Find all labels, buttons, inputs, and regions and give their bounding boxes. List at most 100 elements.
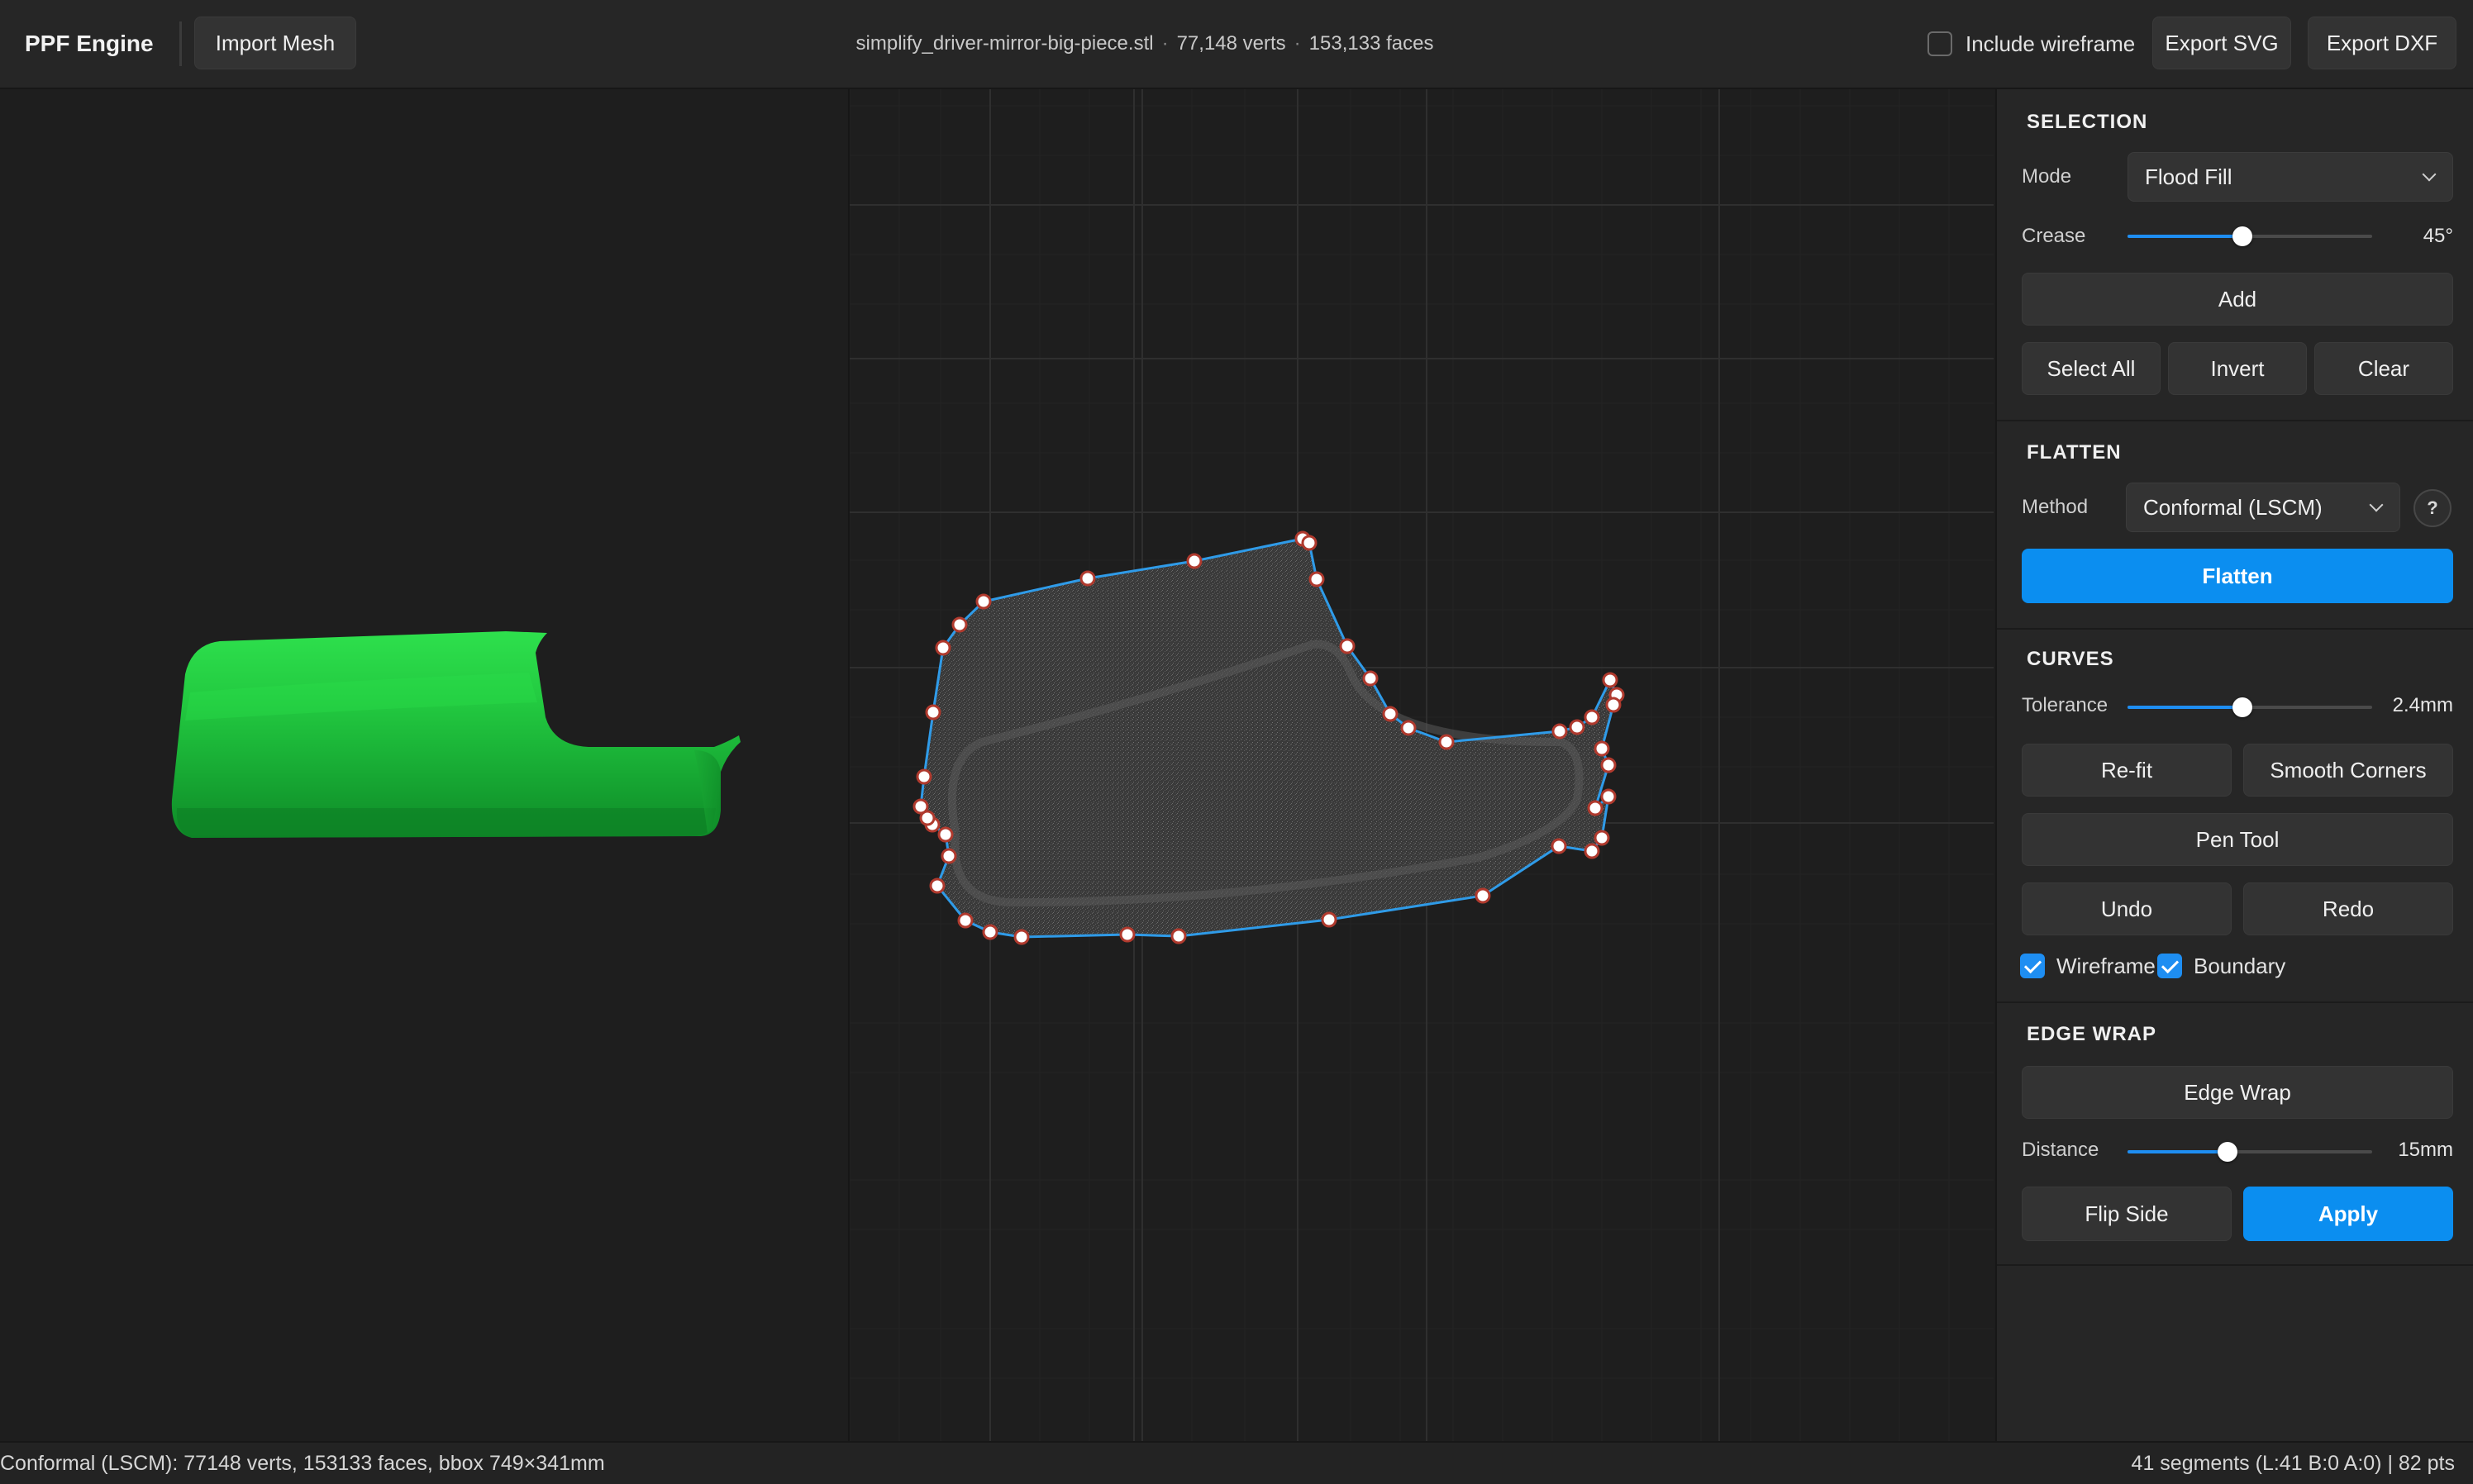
boundary-checkbox[interactable] [2157,954,2182,978]
viewport-2d[interactable] [850,89,1994,1441]
mode-select-value: Flood Fill [2145,164,2232,189]
control-point[interactable] [1119,926,1136,943]
edge-wrap-button[interactable]: Edge Wrap [2022,1066,2453,1119]
control-point[interactable] [1587,800,1603,816]
control-point[interactable] [1400,720,1417,736]
distance-slider-handle[interactable] [2218,1142,2238,1162]
crease-slider-handle[interactable] [2232,226,2253,246]
control-point[interactable] [1551,723,1568,740]
tolerance-slider[interactable] [2128,697,2372,717]
distance-label: Distance [2022,1139,2099,1161]
control-point[interactable] [1569,719,1585,735]
control-point[interactable] [975,593,992,610]
control-point[interactable] [937,826,954,843]
separator-dot: · [1161,32,1169,55]
section-divider [1997,1001,2473,1003]
control-point[interactable] [1382,706,1399,722]
control-point[interactable] [925,704,941,721]
curves-section-title: CURVES [2027,648,2114,670]
refit-button[interactable]: Re-fit [2022,744,2232,797]
method-label: Method [2022,496,2089,518]
control-point[interactable] [1584,709,1600,725]
control-point[interactable] [1321,911,1337,928]
crease-value: 45° [2423,225,2453,247]
selection-section-title: SELECTION [2027,111,2148,133]
help-button[interactable]: ? [2413,489,2452,527]
control-point[interactable] [1079,570,1096,587]
include-wireframe-label: Include wireframe [1966,31,2136,56]
control-point[interactable] [1186,553,1203,569]
smooth-corners-button[interactable]: Smooth Corners [2243,744,2453,797]
clear-button[interactable]: Clear [2314,342,2453,395]
select-all-button[interactable]: Select All [2022,342,2161,395]
section-divider [1997,420,2473,421]
vertex-count: 77,148 verts [1176,32,1286,55]
flip-side-button[interactable]: Flip Side [2022,1187,2232,1241]
boundary-label: Boundary [2194,954,2286,978]
control-point[interactable] [1551,838,1567,854]
control-point[interactable] [1602,672,1618,688]
control-point[interactable] [935,640,951,656]
crease-slider[interactable] [2128,226,2372,246]
mode-label: Mode [2022,165,2072,188]
separator-dot: · [1294,32,1301,55]
mesh-3d-render [171,631,741,838]
control-point[interactable] [1584,843,1600,859]
control-point[interactable] [1594,830,1610,846]
pen-tool-button[interactable]: Pen Tool [2022,813,2453,866]
tolerance-slider-fill [2128,706,2243,709]
export-svg-button[interactable]: Export SVG [2152,17,2291,69]
invert-button[interactable]: Invert [2168,342,2307,395]
apply-button[interactable]: Apply [2243,1187,2453,1241]
flattened-pattern-view [850,89,1994,1441]
control-point[interactable] [951,616,968,633]
status-text-right: 41 segments (L:41 B:0 A:0) | 82 pts [2131,1452,2455,1475]
control-point[interactable] [929,878,946,894]
control-point[interactable] [957,912,974,929]
control-point[interactable] [1605,697,1622,713]
flatten-button[interactable]: Flatten [2022,549,2453,603]
control-point[interactable] [1438,734,1455,750]
control-point[interactable] [1013,929,1030,945]
control-point[interactable] [1308,571,1325,587]
control-point[interactable] [1339,638,1356,654]
status-text-left: Conformal (LSCM): 77148 verts, 153133 fa… [0,1452,605,1475]
chevron-down-icon [2369,497,2384,512]
undo-button[interactable]: Undo [2022,882,2232,935]
flatten-section-title: FLATTEN [2027,441,2122,464]
add-button[interactable]: Add [2022,273,2453,326]
tolerance-label: Tolerance [2022,694,2108,716]
control-point[interactable] [1600,757,1617,773]
method-select-value: Conformal (LSCM) [2143,495,2323,520]
chevron-down-icon [2422,167,2437,182]
method-select[interactable]: Conformal (LSCM) [2126,483,2400,532]
control-point[interactable] [941,848,957,864]
control-point[interactable] [912,798,929,815]
control-point[interactable] [1170,928,1187,944]
control-point[interactable] [1594,740,1610,757]
face-count: 153,133 faces [1308,32,1434,55]
control-point[interactable] [1475,887,1491,904]
control-point[interactable] [982,924,998,940]
distance-slider-fill [2128,1150,2228,1153]
control-point[interactable] [1600,788,1617,805]
mode-select[interactable]: Flood Fill [2128,152,2453,202]
wireframe-label: Wireframe [2056,954,2156,978]
top-toolbar: PPF Engine Import Mesh simplify_driver-m… [0,0,2473,89]
viewport-3d[interactable] [0,89,848,1441]
distance-value: 15mm [2398,1139,2453,1161]
include-wireframe-checkbox[interactable] [1927,31,1952,56]
edge-wrap-section-title: EDGE WRAP [2027,1023,2157,1045]
distance-slider[interactable] [2128,1142,2372,1162]
status-bar: Conformal (LSCM): 77148 verts, 153133 fa… [0,1441,2473,1484]
crease-label: Crease [2022,225,2086,247]
export-dxf-button[interactable]: Export DXF [2308,17,2456,69]
control-point[interactable] [916,768,932,785]
control-point[interactable] [1301,535,1318,551]
crease-slider-fill [2128,235,2243,238]
section-divider [1997,628,2473,630]
control-point[interactable] [1362,670,1379,687]
tolerance-slider-handle[interactable] [2232,697,2253,717]
redo-button[interactable]: Redo [2243,882,2453,935]
wireframe-checkbox[interactable] [2020,954,2045,978]
